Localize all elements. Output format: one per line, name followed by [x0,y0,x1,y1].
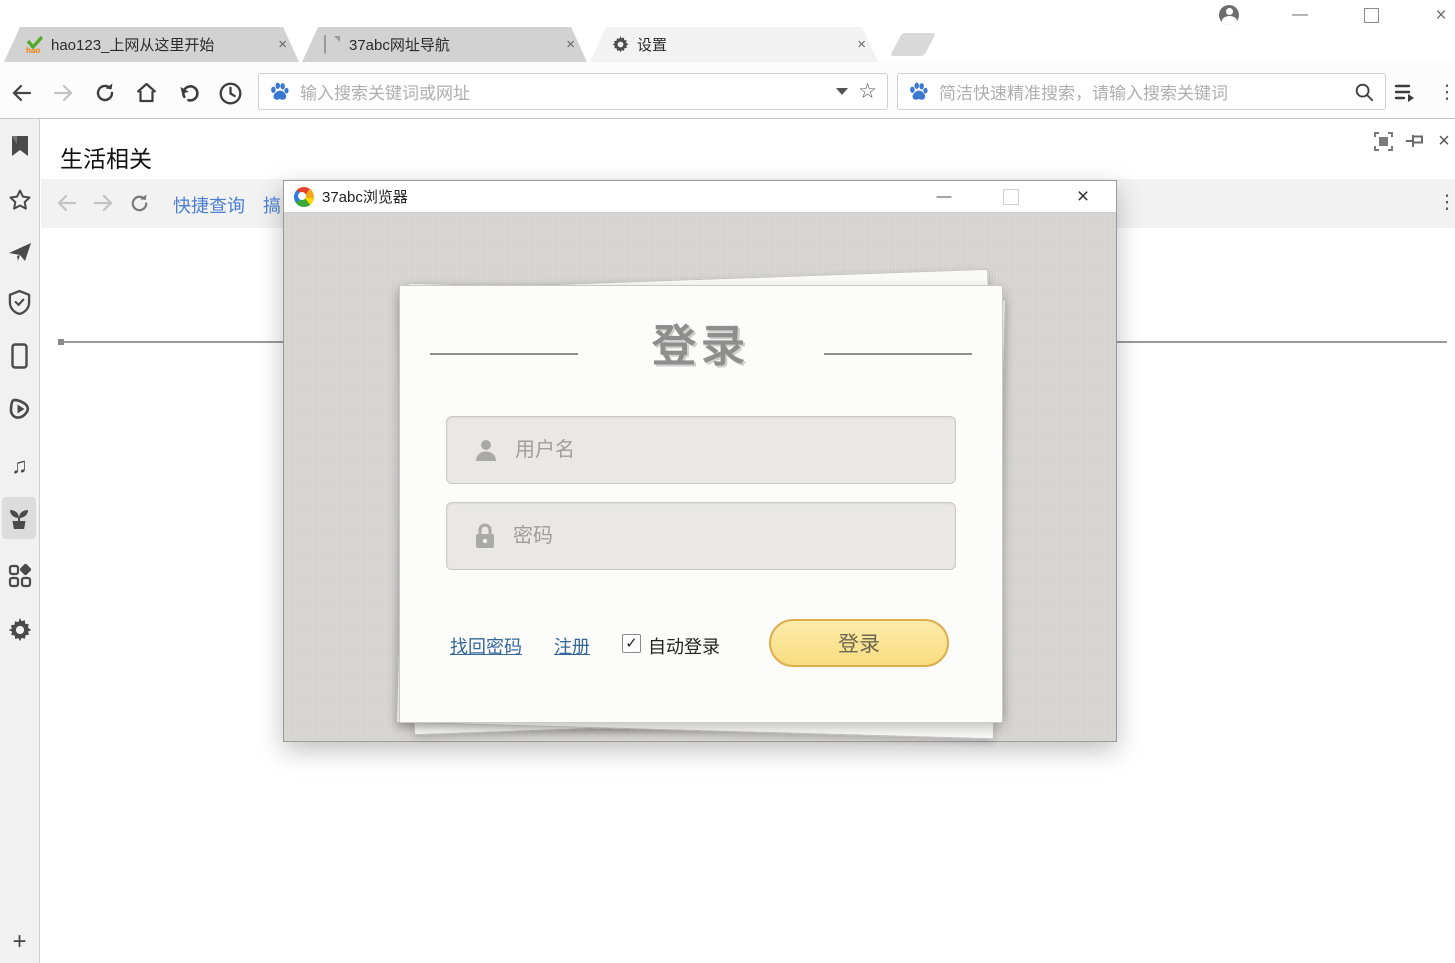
search-icon[interactable] [1353,81,1375,103]
lock-icon [473,522,497,550]
tab-title: 37abc网址导航 [349,34,556,55]
address-bar-placeholder: 输入搜索关键词或网址 [300,79,826,104]
tab-hao123[interactable]: hao hao123_上网从这里开始 × [4,27,299,62]
tab-bar: hao hao123_上网从这里开始 × 37abc网址导航 × 设置 × [0,26,1455,62]
pin-icon[interactable] [1404,131,1424,151]
tab-37abc-nav[interactable]: 37abc网址导航 × [302,27,587,62]
strip-refresh-icon[interactable] [125,189,153,217]
fullscreen-icon[interactable] [1373,131,1393,151]
window-minimize-button[interactable]: — [1289,4,1311,26]
bookmark-star-icon[interactable]: ☆ [858,81,877,102]
sidebar-security-shield-icon[interactable] [0,285,39,319]
tab-title: hao123_上网从这里开始 [51,34,268,55]
tab-close-icon[interactable]: × [564,36,577,53]
undo-recent-button[interactable] [176,80,202,106]
login-actions-row: 找回密码 注册 ✓ 自动登录 登录 [400,619,1002,667]
title-divider [824,353,972,355]
sidebar-growth-plant-icon[interactable] [2,497,36,539]
forgot-password-link[interactable]: 找回密码 [450,633,522,659]
sidebar-mobile-phone-icon[interactable] [0,339,39,373]
window-titlebar: — × [0,0,1455,26]
search-bar[interactable]: 简洁快速精准搜索，请输入搜索关键词 [897,73,1386,110]
avatar [1219,5,1239,25]
window-close-button[interactable]: × [1430,4,1452,26]
auto-login-label: 自动登录 [648,633,720,659]
password-input[interactable] [511,524,945,549]
username-field[interactable] [446,416,956,484]
password-field[interactable] [446,502,956,570]
sidebar-music-icon[interactable]: ♫ [0,449,39,483]
forward-button[interactable] [50,80,76,106]
maximize-icon [1003,189,1019,205]
dialog-maximize-button[interactable] [996,185,1026,209]
tab-title: 设置 [637,34,847,55]
divider-handle [58,339,64,345]
home-button[interactable] [133,80,159,106]
minimize-icon: — [1292,6,1308,24]
hao123-logo-icon: hao [26,36,43,53]
baidu-paw-icon [908,81,929,102]
strip-back-icon[interactable] [53,189,81,217]
browser-window: — × hao hao123_上网从这里开始 × 37abc网址导航 × 设置 … [0,0,1455,963]
dialog-titlebar[interactable]: 37abc浏览器 — × [284,181,1116,213]
sidebar-add-plus-button[interactable]: + [0,925,39,959]
page-icon [324,36,341,53]
new-tab-button[interactable] [890,33,936,56]
close-icon: × [1435,6,1446,25]
address-bar[interactable]: 输入搜索关键词或网址 ☆ [258,73,888,110]
sidebar-send-paper-plane-icon[interactable] [0,235,39,269]
tab-settings[interactable]: 设置 × [590,27,878,62]
gear-icon [612,36,629,53]
sidebar-video-play-icon[interactable] [0,392,39,426]
auto-login-checkbox[interactable]: ✓ [622,634,641,653]
strip-forward-icon[interactable] [89,189,117,217]
truncated-link[interactable]: 搞 [263,192,281,218]
browser-menu-icon[interactable]: ⋮ [1434,80,1455,106]
address-dropdown-icon[interactable] [836,88,848,95]
dialog-close-button[interactable]: × [1068,185,1098,209]
37abc-logo-icon [294,187,314,207]
reading-list-icon[interactable] [1392,80,1418,106]
refresh-button[interactable] [92,80,118,106]
quick-query-link[interactable]: 快捷查询 [173,192,245,218]
close-icon: × [1077,185,1089,209]
window-maximize-button[interactable] [1360,4,1382,26]
minimize-icon: — [937,188,952,205]
login-dialog: 37abc浏览器 — × 登录 找回密码 [283,180,1117,742]
sidebar-favorites-star-icon[interactable] [0,183,39,217]
tab-close-icon[interactable]: × [276,36,289,53]
dialog-title: 37abc浏览器 [322,186,1106,207]
login-title: 登录 [400,310,1002,374]
register-link[interactable]: 注册 [554,633,590,659]
tab-close-icon[interactable]: × [855,36,868,53]
dialog-minimize-button[interactable]: — [929,185,959,209]
check-icon: ✓ [625,636,638,651]
title-divider [430,353,578,355]
strip-menu-icon[interactable]: ⋮ [1433,189,1455,217]
page-heading: 生活相关 [60,140,152,174]
user-icon [473,437,499,463]
sidebar-apps-grid-icon[interactable] [0,559,39,593]
history-clock-icon[interactable] [217,80,243,106]
login-card: 登录 找回密码 注册 ✓ 自动登录 登录 [399,285,1003,723]
dialog-body: 登录 找回密码 注册 ✓ 自动登录 登录 [284,213,1116,741]
username-input[interactable] [513,438,945,463]
sidebar-settings-gear-icon[interactable] [0,613,39,647]
panel-close-icon[interactable]: × [1434,131,1454,151]
back-button[interactable] [9,80,35,106]
account-avatar-icon[interactable] [1218,4,1240,26]
login-button[interactable]: 登录 [769,619,949,667]
sidebar-bookmark-icon[interactable] [0,129,39,163]
search-bar-placeholder: 简洁快速精准搜索，请输入搜索关键词 [939,79,1343,104]
baidu-paw-icon [269,81,290,102]
maximize-icon [1364,8,1379,23]
